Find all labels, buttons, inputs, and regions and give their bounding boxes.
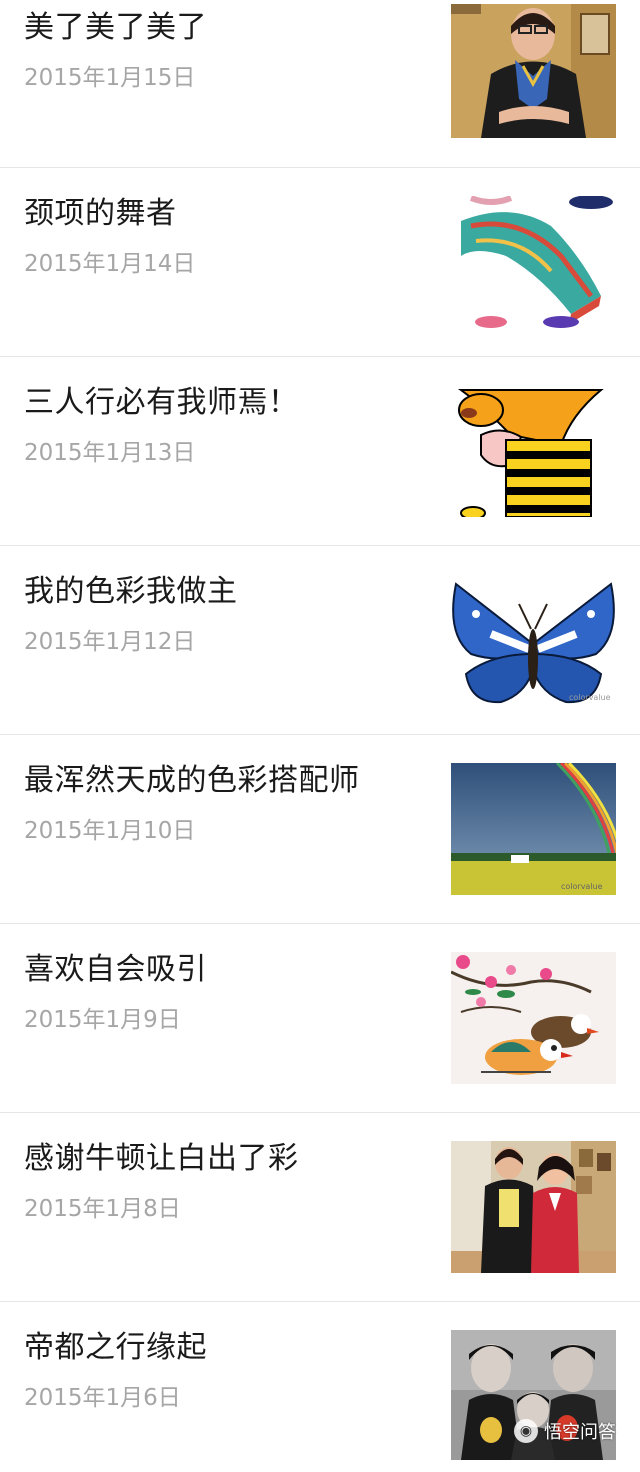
watermark: ◉ 悟空问答 (514, 1414, 634, 1448)
article-thumbnail[interactable] (451, 952, 616, 1084)
article-title[interactable]: 颈项的舞者 (24, 188, 177, 232)
article-thumbnail[interactable]: colorvalue (451, 763, 616, 895)
list-item[interactable]: 最浑然天成的色彩搭配师 2015年1月10日 colorvalue (0, 735, 640, 924)
list-item[interactable]: 感谢牛顿让白出了彩 2015年1月8日 (0, 1113, 640, 1302)
article-title[interactable]: 感谢牛顿让白出了彩 (24, 1133, 299, 1177)
list-item[interactable]: 颈项的舞者 2015年1月14日 (0, 168, 640, 357)
article-title[interactable]: 美了美了美了 (24, 2, 207, 46)
article-thumbnail[interactable] (451, 385, 616, 517)
article-thumbnail[interactable]: colorvalue (451, 574, 616, 706)
article-title[interactable]: 我的色彩我做主 (24, 566, 238, 610)
wukong-logo-icon: ◉ (514, 1419, 538, 1443)
article-date: 2015年1月15日 (24, 65, 196, 91)
svg-text:colorvalue: colorvalue (569, 693, 611, 702)
list-item[interactable]: 我的色彩我做主 2015年1月12日 colorvalue (0, 546, 640, 735)
article-thumbnail[interactable] (451, 1141, 616, 1273)
article-date: 2015年1月14日 (24, 251, 196, 277)
article-date: 2015年1月9日 (24, 1007, 181, 1033)
article-list: 美了美了美了 2015年1月15日 颈项的舞者 2015年1月14日 三人行必有… (0, 0, 640, 1472)
article-date: 2015年1月6日 (24, 1385, 181, 1411)
two-women-photo-image (451, 1141, 616, 1273)
mandarin-ducks-flowers-image (451, 952, 616, 1084)
article-date: 2015年1月13日 (24, 440, 196, 466)
article-title[interactable]: 最浑然天成的色彩搭配师 (24, 755, 360, 799)
list-item[interactable]: 三人行必有我师焉！ 2015年1月13日 (0, 357, 640, 546)
article-thumbnail[interactable] (451, 196, 616, 328)
article-title[interactable]: 帝都之行缘起 (24, 1322, 207, 1366)
list-item[interactable]: 美了美了美了 2015年1月15日 (0, 0, 640, 168)
blue-butterfly-image: colorvalue (451, 574, 616, 706)
article-date: 2015年1月8日 (24, 1196, 181, 1222)
article-title[interactable]: 三人行必有我师焉！ (24, 377, 299, 421)
cartoon-bee-character-image (451, 385, 616, 517)
rainbow-field-image: colorvalue (451, 763, 616, 895)
article-date: 2015年1月12日 (24, 629, 196, 655)
watermark-label: 悟空问答 (544, 1422, 616, 1443)
portrait-woman-scarf-image (451, 4, 616, 138)
article-date: 2015年1月10日 (24, 818, 196, 844)
svg-text:colorvalue: colorvalue (561, 882, 603, 891)
silk-scarf-image (451, 196, 616, 328)
list-item[interactable]: 喜欢自会吸引 2015年1月9日 (0, 924, 640, 1113)
article-title[interactable]: 喜欢自会吸引 (24, 944, 207, 988)
article-thumbnail[interactable] (451, 4, 616, 138)
